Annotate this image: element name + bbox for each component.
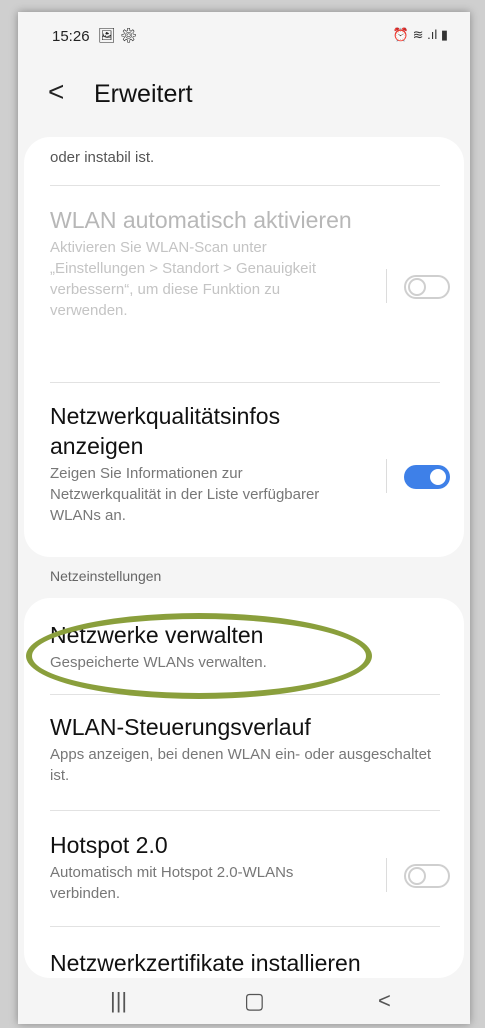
divider (50, 926, 440, 927)
status-bar: 15:26 🖼 ⚙ ⏰ ≋ .ıl ▮ (18, 12, 470, 58)
setting-subtitle: Zeigen Sie Informationen zur Netzwerkqua… (50, 465, 320, 524)
setting-wlan-control-history[interactable]: WLAN-Steuerungsverlauf Apps anzeigen, be… (50, 712, 438, 786)
phone-screen: 15:26 🖼 ⚙ ⏰ ≋ .ıl ▮ < Erweitert oder ins… (18, 12, 470, 1024)
notification-icons: 🖼 ⚙ (98, 27, 138, 43)
setting-subtitle: Apps anzeigen, bei denen WLAN ein- oder … (50, 746, 432, 784)
setting-title: WLAN automatisch aktivieren (50, 207, 352, 233)
network-quality-toggle[interactable] (404, 465, 450, 489)
setting-install-certificates[interactable]: Netzwerkzertifikate installieren (50, 948, 438, 978)
setting-hotspot-2[interactable]: Hotspot 2.0 Automatisch mit Hotspot 2.0-… (50, 830, 354, 904)
toggle-knob (408, 867, 426, 885)
setting-title: Netzwerkqualitätsinfos anzeigen (50, 403, 281, 459)
setting-title: Netzwerke verwalten (50, 622, 264, 648)
status-time: 15:26 (52, 28, 90, 45)
back-arrow-icon[interactable]: < (48, 74, 64, 110)
setting-title: Hotspot 2.0 (50, 832, 168, 858)
divider (50, 810, 440, 811)
setting-title: Netzwerkzertifikate installieren (50, 950, 361, 976)
setting-subtitle: Automatisch mit Hotspot 2.0-WLANs verbin… (50, 864, 294, 902)
recents-icon[interactable]: ||| (110, 988, 127, 1014)
setting-wlan-auto-activate[interactable]: WLAN automatisch aktivieren Aktivieren S… (50, 205, 354, 321)
setting-subtitle: Gespeicherte WLANs verwalten. (50, 654, 267, 671)
toggle-knob (428, 467, 448, 487)
toggle-knob (408, 278, 426, 296)
wlan-auto-toggle[interactable] (404, 275, 450, 299)
vertical-separator (386, 459, 387, 493)
page-title: Erweitert (94, 80, 193, 108)
divider (50, 185, 440, 186)
settings-card-network: Netzwerke verwalten Gespeicherte WLANs v… (24, 598, 464, 978)
vertical-separator (386, 858, 387, 892)
home-icon[interactable]: ▢ (244, 988, 265, 1014)
setting-subtitle: Aktivieren Sie WLAN-Scan unter „Einstell… (50, 239, 317, 319)
vertical-separator (386, 269, 387, 303)
divider (50, 382, 440, 383)
hotspot-toggle[interactable] (404, 864, 450, 888)
app-header: < Erweitert (18, 70, 470, 120)
system-nav-bar: ||| ▢ < (18, 984, 470, 1024)
system-status-icons: ⏰ ≋ .ıl ▮ (392, 27, 448, 42)
divider (50, 694, 440, 695)
setting-title: WLAN-Steuerungsverlauf (50, 714, 311, 740)
setting-manage-networks[interactable]: Netzwerke verwalten Gespeicherte WLANs v… (50, 620, 438, 673)
truncated-setting-description: oder instabil ist. (50, 149, 155, 166)
settings-card-advanced: oder instabil ist. WLAN automatisch akti… (24, 137, 464, 557)
nav-back-icon[interactable]: < (378, 988, 391, 1014)
setting-network-quality-info[interactable]: Netzwerkqualitätsinfos anzeigen Zeigen S… (50, 401, 354, 526)
section-header-network-settings: Netzeinstellungen (50, 568, 162, 584)
